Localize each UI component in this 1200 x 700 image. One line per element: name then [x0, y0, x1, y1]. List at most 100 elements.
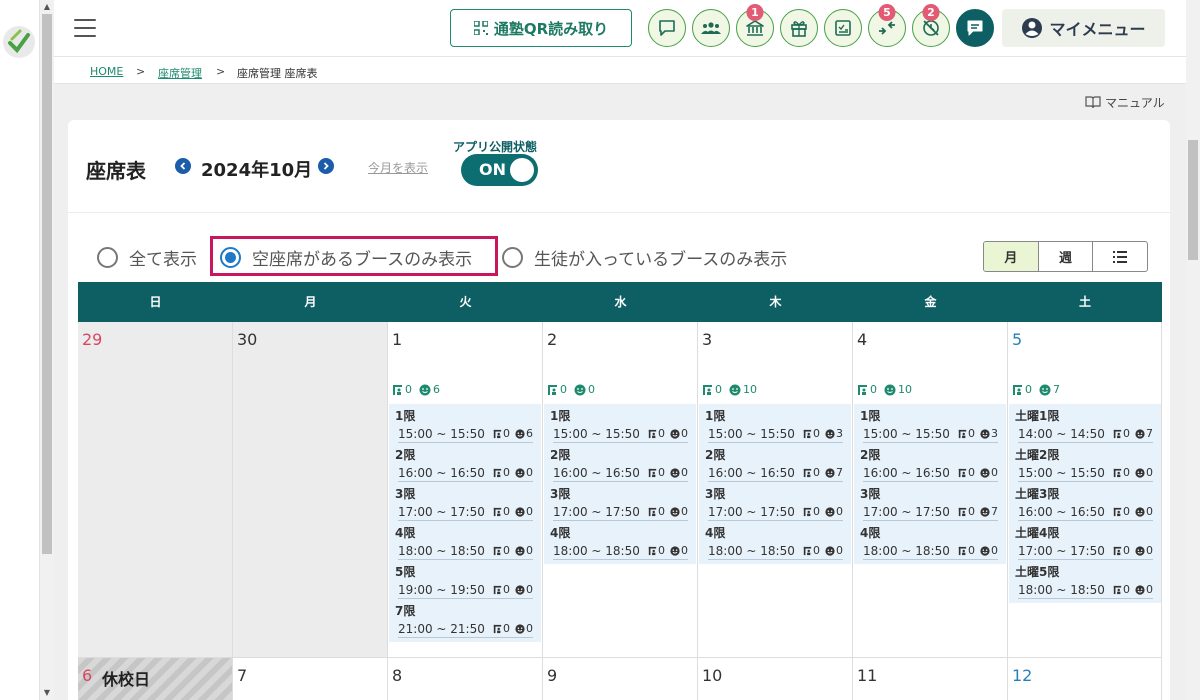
calendar-day-cell[interactable]: 3 0 10 1限 15:00 ~ 15:50 0 3 2限 16:00 ~ 16:50 0 7 3限… — [698, 322, 853, 658]
gift-icon — [791, 21, 807, 37]
scroll-down-arrow-icon[interactable]: ▼ — [40, 686, 54, 700]
day-number: 10 — [702, 666, 723, 685]
vacant-seat-count: 0 — [870, 383, 877, 396]
absence-button[interactable]: 2 — [912, 4, 950, 47]
page-scrollbar-thumb[interactable] — [1188, 140, 1198, 260]
view-week-button[interactable]: 週 — [1039, 242, 1094, 271]
calendar-day-cell[interactable]: 7 — [233, 658, 388, 700]
period-row: 18:00 ~ 18:50 0 0 — [553, 542, 688, 560]
my-menu-button[interactable]: マイメニュー — [1002, 9, 1165, 47]
radio-dot[interactable] — [97, 247, 118, 268]
period-seats: 0 — [493, 582, 510, 598]
app-publish-toggle[interactable]: ON — [461, 154, 538, 186]
period-slot[interactable]: 土曜4限 17:00 ~ 17:50 0 0 — [1009, 523, 1161, 562]
period-slot[interactable]: 1限 15:00 ~ 15:50 0 6 — [389, 406, 541, 445]
period-row: 17:00 ~ 17:50 0 0 — [1018, 542, 1153, 560]
vacant-seat-count: 0 — [715, 383, 722, 396]
period-student-count: 3 — [991, 426, 998, 440]
next-month-button[interactable] — [318, 158, 334, 174]
student-face-icon — [825, 467, 835, 478]
period-students: 3 — [825, 426, 843, 442]
page-scrollbar[interactable] — [1186, 0, 1200, 700]
period-slot[interactable]: 4限 18:00 ~ 18:50 0 0 — [699, 523, 851, 562]
calendar-day-cell[interactable]: 12 — [1008, 658, 1162, 700]
calendar-day-cell[interactable]: 4 0 10 1限 15:00 ~ 15:50 0 3 2限 16:00 ~ 16:50 0 0 3限… — [853, 322, 1008, 658]
period-slot[interactable]: 2限 16:00 ~ 16:50 0 0 — [544, 445, 696, 484]
calendar-day-cell[interactable]: 8 — [388, 658, 543, 700]
calendar-weekday-header: 日 月 火 水 木 金 土 — [78, 282, 1162, 322]
calendar-day-cell[interactable]: 9 — [543, 658, 698, 700]
calendar-day-cell[interactable]: 30 — [233, 322, 388, 658]
calendar-day-cell[interactable]: 6 休校日 — [78, 658, 233, 700]
period-student-count: 0 — [681, 543, 688, 557]
period-slot[interactable]: 4限 18:00 ~ 18:50 0 0 — [544, 523, 696, 562]
period-row: 17:00 ~ 17:50 0 0 — [553, 503, 688, 521]
breadcrumb-home-link[interactable]: HOME — [90, 65, 123, 78]
student-face-icon — [1135, 506, 1145, 517]
gift-button[interactable] — [780, 9, 818, 47]
transfer-button[interactable]: 5 — [868, 4, 906, 47]
calendar-day-cell[interactable]: 1 0 6 1限 15:00 ~ 15:50 0 6 2限 16:00 ~ 16:50 0 0 3限 1… — [388, 322, 543, 658]
student-face-icon — [825, 545, 835, 556]
period-slot[interactable]: 4限 18:00 ~ 18:50 0 0 — [854, 523, 1006, 562]
show-this-month-link[interactable]: 今月を表示 — [368, 159, 428, 176]
period-student-count: 3 — [836, 426, 843, 440]
period-slot[interactable]: 5限 19:00 ~ 19:50 0 0 — [389, 562, 541, 601]
checklist-button[interactable] — [824, 9, 862, 47]
period-slot[interactable]: 土曜2限 15:00 ~ 15:50 0 0 — [1009, 445, 1161, 484]
chat-button[interactable] — [956, 9, 994, 47]
sidebar-scrollbar[interactable]: ▲ ▼ — [40, 0, 54, 700]
filter-all-radio[interactable]: 全て表示 — [97, 245, 197, 270]
period-slot[interactable]: 土曜1限 14:00 ~ 14:50 0 7 — [1009, 406, 1161, 445]
period-slot[interactable]: 2限 16:00 ~ 16:50 0 0 — [389, 445, 541, 484]
period-seat-count: 0 — [968, 543, 975, 557]
school-button[interactable]: 1 — [736, 4, 774, 47]
period-slot[interactable]: 3限 17:00 ~ 17:50 0 0 — [699, 484, 851, 523]
manual-link[interactable]: マニュアル — [1085, 94, 1165, 111]
student-face-icon — [670, 506, 680, 517]
period-students: 0 — [980, 465, 998, 481]
students-button[interactable] — [692, 9, 730, 47]
prev-month-button[interactable] — [175, 158, 191, 174]
calendar-day-cell[interactable]: 10 — [698, 658, 853, 700]
period-slot[interactable]: 4限 18:00 ~ 18:50 0 0 — [389, 523, 541, 562]
radio-dot[interactable] — [502, 247, 523, 268]
qr-scan-button[interactable]: 通塾QR読み取り — [450, 9, 632, 47]
period-slot[interactable]: 2限 16:00 ~ 16:50 0 0 — [854, 445, 1006, 484]
calendar-day-cell[interactable]: 11 — [853, 658, 1008, 700]
scroll-up-arrow-icon[interactable]: ▲ — [40, 0, 54, 14]
period-slot[interactable]: 1限 15:00 ~ 15:50 0 3 — [699, 406, 851, 445]
period-slot[interactable]: 3限 17:00 ~ 17:50 0 0 — [544, 484, 696, 523]
period-slot[interactable]: 1限 15:00 ~ 15:50 0 3 — [854, 406, 1006, 445]
period-slot[interactable]: 7限 21:00 ~ 21:50 0 0 — [389, 601, 541, 640]
period-slot[interactable]: 土曜5限 18:00 ~ 18:50 0 0 — [1009, 562, 1161, 601]
period-student-count: 0 — [836, 543, 843, 557]
period-slot[interactable]: 3限 17:00 ~ 17:50 0 7 — [854, 484, 1006, 523]
period-seats: 0 — [1113, 504, 1130, 520]
period-seats: 0 — [648, 465, 665, 481]
calendar-day-cell[interactable]: 2 0 0 1限 15:00 ~ 15:50 0 0 2限 16:00 ~ 16:50 0 0 3限 1… — [543, 322, 698, 658]
period-slot[interactable]: 1限 15:00 ~ 15:50 0 0 — [544, 406, 696, 445]
filter-occupied-radio[interactable]: 生徒が入っているブースのみ表示 — [502, 245, 787, 270]
period-slot[interactable]: 土曜3限 16:00 ~ 16:50 0 0 — [1009, 484, 1161, 523]
period-seats: 0 — [493, 426, 510, 442]
period-students: 0 — [670, 504, 688, 520]
page-title: 座席表 — [86, 159, 146, 183]
view-month-button[interactable]: 月 — [984, 242, 1039, 271]
period-row: 16:00 ~ 16:50 0 0 — [863, 464, 998, 482]
breadcrumb-seat-management-link[interactable]: 座席管理 — [158, 65, 202, 81]
app-logo-icon[interactable] — [3, 26, 35, 58]
transfer-badge: 5 — [878, 4, 896, 21]
message-button[interactable] — [648, 9, 686, 47]
calendar-day-cell[interactable]: 29 — [78, 322, 233, 658]
absence-clock-icon — [923, 20, 939, 36]
booth-icon — [493, 468, 502, 477]
view-list-button[interactable] — [1093, 242, 1147, 271]
period-seats: 0 — [958, 426, 975, 442]
calendar-day-cell[interactable]: 5 0 7 土曜1限 14:00 ~ 14:50 0 7 土曜2限 15:00 ~ 15:50 0… — [1008, 322, 1162, 658]
hamburger-menu-icon[interactable] — [74, 19, 96, 37]
period-slot[interactable]: 2限 16:00 ~ 16:50 0 7 — [699, 445, 851, 484]
scrollbar-thumb[interactable] — [42, 14, 52, 554]
period-slot[interactable]: 3限 17:00 ~ 17:50 0 0 — [389, 484, 541, 523]
top-header: 通塾QR読み取り 1 5 2 マイメニュー — [54, 0, 1186, 57]
